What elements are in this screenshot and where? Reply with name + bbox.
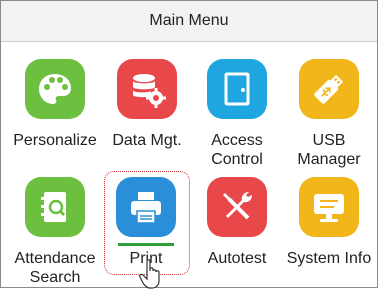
menu-item-label: Data Mgt. bbox=[112, 132, 182, 149]
window-title: Main Menu bbox=[1, 1, 377, 42]
menu-item-label: Access Control bbox=[211, 132, 263, 168]
menu-item-label: Personalize bbox=[13, 132, 97, 149]
printer-icon bbox=[116, 177, 176, 237]
menu-item-access-control[interactable]: Access Control bbox=[191, 49, 283, 168]
address-book-search-icon bbox=[25, 177, 85, 237]
main-menu-window: Main Menu Personalize Data Mgt. Access C… bbox=[0, 0, 378, 289]
menu-item-label: Attendance Search bbox=[14, 250, 96, 286]
menu-item-label: USB Manager bbox=[297, 132, 361, 168]
menu-item-autotest[interactable]: Autotest bbox=[191, 167, 283, 275]
palette-icon bbox=[25, 59, 85, 119]
database-gear-icon bbox=[117, 59, 177, 119]
menu-item-usb-manager[interactable]: USB Manager bbox=[283, 49, 375, 168]
info-screen-icon bbox=[299, 177, 359, 237]
tools-icon bbox=[207, 177, 267, 237]
menu-item-system-info[interactable]: System Info bbox=[283, 167, 375, 275]
menu-item-label: Autotest bbox=[207, 250, 267, 267]
menu-item-attendance-search[interactable]: Attendance Search bbox=[9, 167, 101, 286]
door-icon bbox=[207, 59, 267, 119]
selected-item-underline bbox=[118, 243, 174, 246]
usb-drive-icon bbox=[299, 59, 359, 119]
hand-pointer-icon bbox=[139, 259, 167, 294]
menu-item-label: System Info bbox=[286, 250, 372, 267]
menu-item-personalize[interactable]: Personalize bbox=[9, 49, 101, 157]
menu-item-data-mgt[interactable]: Data Mgt. bbox=[101, 49, 193, 157]
